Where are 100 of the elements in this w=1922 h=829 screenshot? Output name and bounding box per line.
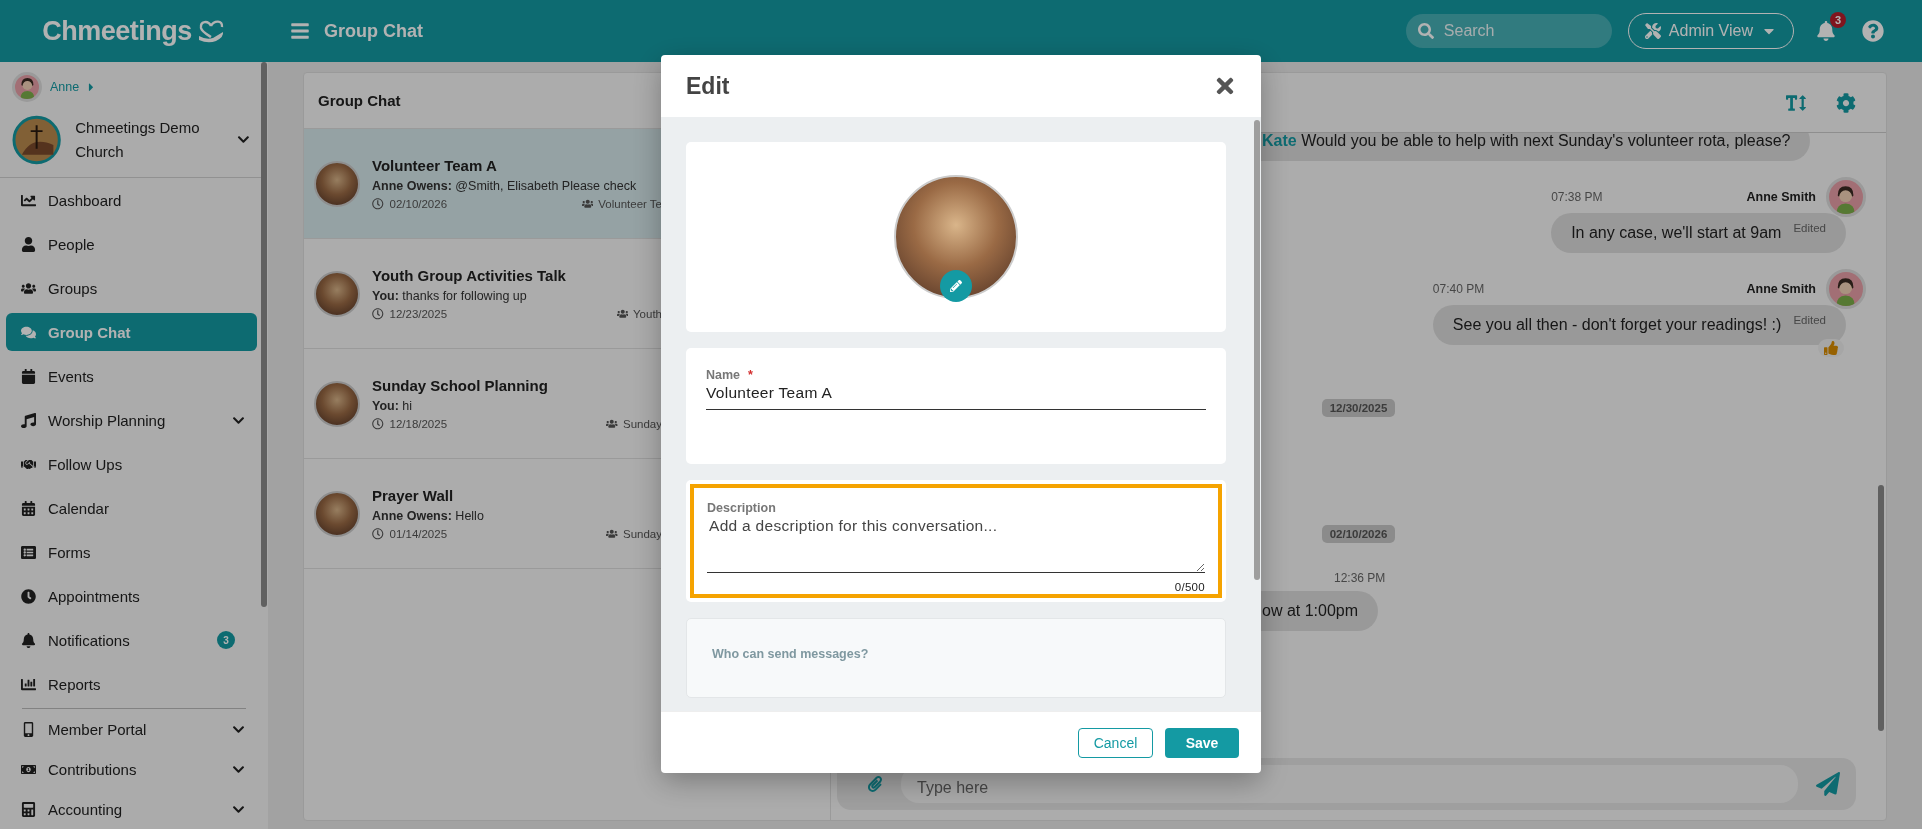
photo-placeholder <box>314 160 360 207</box>
sidebar-item-label: People <box>48 235 96 253</box>
clock-icon <box>372 418 384 430</box>
sidebar-item-label: Appointments <box>48 587 141 605</box>
sidebar-item[interactable]: Forms <box>6 533 257 571</box>
character-counter: 0/500 <box>1173 581 1205 593</box>
church-name: Chmeetings Demo Church <box>75 117 201 162</box>
calculator-icon <box>20 801 36 817</box>
message-preview: Anne Owens: @Smith, Elisabeth Please check <box>372 179 638 193</box>
group-name: Sunday <box>623 528 662 540</box>
sidebar-item[interactable]: Dashboard <box>6 181 257 219</box>
conversation-name: Sunday School Planning <box>372 377 548 394</box>
cancel-button[interactable]: Cancel <box>1078 727 1153 758</box>
sidebar-item[interactable]: People <box>6 225 257 263</box>
sidebar-item[interactable]: Member Portal <box>6 712 257 746</box>
message-bubble: In any case, we'll start at 9am Edited <box>1551 213 1846 253</box>
date-separator: 12/30/2025 <box>1321 399 1396 417</box>
sidebar-item-label: Worship Planning <box>48 411 167 429</box>
group-name: Volunteer Te <box>598 198 662 210</box>
search-input[interactable]: Search <box>1441 21 1582 41</box>
author-avatar <box>1826 269 1866 309</box>
date-separator: 02/10/2026 <box>1321 525 1396 543</box>
conversation-date: 02/10/2026 <box>389 198 448 210</box>
sidebar-item[interactable]: Groups <box>6 269 257 307</box>
sidebar-item[interactable]: Calendar <box>6 489 257 527</box>
sidebar-item-label: Dashboard <box>48 191 123 209</box>
conversation-name: Volunteer Team A <box>372 157 497 174</box>
author-name: Anne Smith <box>1746 282 1816 296</box>
sidebar-item[interactable]: Contributions <box>6 752 257 786</box>
clock-icon <box>372 528 384 540</box>
message-bubble: See you all then - don't forget your readings! :) Edited <box>1432 305 1846 345</box>
sidebar-item-label: Calendar <box>48 499 110 517</box>
author-avatar <box>1826 177 1866 217</box>
tools-icon <box>1644 23 1661 39</box>
author-name: Anne Smith <box>1746 190 1816 204</box>
church-logo <box>12 114 62 165</box>
people-icon <box>581 198 594 210</box>
help-icon[interactable] <box>1862 20 1884 42</box>
conversation-name: Youth Group Activities Talk <box>372 267 566 284</box>
chat-bubbles-icon <box>20 324 36 340</box>
required-mark: * <box>748 368 753 382</box>
paperclip-icon[interactable] <box>867 776 883 792</box>
people-icon <box>20 280 36 296</box>
sidebar-item[interactable]: Follow Ups <box>6 445 257 483</box>
sidebar-item[interactable]: Accounting <box>6 792 257 826</box>
send-icon[interactable] <box>1816 772 1840 796</box>
conversation-date: 01/14/2025 <box>389 528 448 540</box>
page-title: Group Chat <box>324 20 423 42</box>
sidebar-item[interactable]: Events <box>6 357 257 395</box>
message-preview: You: hi <box>372 399 414 413</box>
people-icon <box>606 418 618 430</box>
name-input[interactable]: Volunteer Team A <box>706 382 1206 410</box>
menu-icon[interactable] <box>290 21 310 41</box>
sidebar-item-label: Forms <box>48 543 92 561</box>
settings-icon[interactable] <box>1836 92 1856 113</box>
panel-title: Group Chat <box>318 92 402 109</box>
notification-badge: 3 <box>1830 12 1846 28</box>
bell-icon <box>20 632 36 648</box>
message-preview: Anne Owens: Hello <box>372 509 485 523</box>
text-size-icon[interactable] <box>1786 92 1806 113</box>
photo-placeholder <box>314 490 360 537</box>
group-name: Youth <box>633 308 662 320</box>
message-time: 12:36 PM <box>1334 571 1386 585</box>
scrollbar[interactable] <box>261 62 267 607</box>
message-preview: You: thanks for following up <box>372 289 528 303</box>
scrollbar[interactable] <box>1254 120 1260 580</box>
sidebar-item[interactable]: Worship Planning <box>6 401 257 439</box>
message-input[interactable]: Type here <box>901 765 1798 803</box>
description-field[interactable]: Description Add a description for this conversation... 0/500 <box>690 484 1222 598</box>
sidebar-item-label: Notifications <box>48 631 131 649</box>
chart-line-icon <box>20 192 36 208</box>
sidebar-item-label: Reports <box>48 675 102 693</box>
sidebar-item[interactable]: Notifications 3 <box>6 621 257 659</box>
dialog-title: Edit <box>686 72 731 100</box>
thumbs-up-icon[interactable] <box>1818 339 1844 357</box>
photo-placeholder <box>314 270 360 317</box>
sidebar-item-label: Events <box>48 367 95 385</box>
sidebar-item-label: Follow Ups <box>48 455 124 473</box>
logo-text: Chmeetings <box>42 15 192 47</box>
sidebar-item-label: Group Chat <box>48 323 132 341</box>
photo-placeholder <box>314 380 360 427</box>
calendar-grid-icon <box>20 500 36 516</box>
scrollbar[interactable] <box>1878 485 1884 731</box>
clock-icon <box>372 198 384 210</box>
calendar-icon <box>20 368 36 384</box>
sidebar-item-label: Groups <box>48 279 99 297</box>
sidebar-item[interactable]: Reports <box>6 665 257 703</box>
user-avatar <box>12 72 42 103</box>
sidebar-item[interactable]: Appointments <box>6 577 257 615</box>
pencil-icon <box>950 280 962 292</box>
music-note-icon <box>20 412 36 428</box>
notifications-icon[interactable] <box>1816 21 1836 41</box>
person-icon <box>20 236 36 252</box>
group-name: Sunday <box>623 418 662 430</box>
people-icon <box>606 528 618 540</box>
conversation-date: 12/23/2025 <box>389 308 448 320</box>
sidebar-item-label: Member Portal <box>48 720 148 738</box>
search-icon <box>1417 23 1434 39</box>
count-badge: 3 <box>217 631 235 649</box>
field-label: Description <box>707 501 776 515</box>
